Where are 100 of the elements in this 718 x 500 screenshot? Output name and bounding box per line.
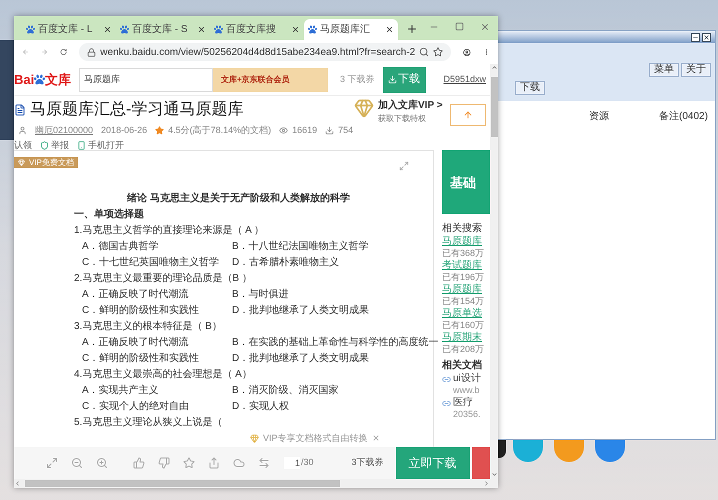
download-button[interactable]: 下载 (515, 81, 545, 95)
fullscreen-icon[interactable] (46, 457, 58, 469)
question-text: 1.马克思主义哲学的直接理论来源是（ A ） (74, 224, 264, 238)
scroll-up-icon[interactable] (490, 64, 498, 71)
paw-icon (308, 25, 317, 34)
view-count: 16619 (292, 124, 318, 137)
address-bar[interactable]: wenku.baidu.com/view/50256204d4d8d15abe234ea9.html?fr=search-2 (79, 43, 452, 61)
sidebar-heading: 相关搜索 (442, 223, 483, 235)
section-heading: 一、单项选择题 (74, 208, 144, 222)
close-icon[interactable] (197, 25, 206, 34)
download-icon (388, 75, 398, 84)
scroll-right-icon[interactable] (483, 480, 490, 487)
browser-tab[interactable]: 百度文库 - L (22, 19, 116, 40)
answer-option: A．正确反映了时代潮流 (82, 335, 232, 351)
mobile-link[interactable]: 手机打开 (88, 138, 124, 152)
share-icon[interactable] (208, 457, 220, 469)
doc-source: 20356. (452, 409, 482, 420)
close-icon[interactable] (702, 32, 711, 42)
paw-icon (214, 25, 223, 34)
rating-text: 4.5分(高于78.14%的文档) (168, 124, 272, 137)
scroll-left-icon[interactable] (14, 480, 21, 487)
reload-icon[interactable] (60, 46, 68, 58)
question-text: 3.马克思主义的根本特征是（ B） (74, 320, 222, 334)
browser-tab[interactable]: 百度文库搜 (210, 19, 304, 40)
phone-icon (77, 140, 86, 150)
star-icon[interactable] (183, 457, 195, 469)
upload-button[interactable] (450, 104, 486, 126)
action-button[interactable] (472, 447, 490, 479)
scrollbar-thumb[interactable] (25, 480, 340, 487)
answer-option: B．在实践的基础上革命性与科学性的高度统一 (232, 335, 439, 351)
tab-title: 百度文库 - S (132, 22, 189, 37)
menu-button[interactable]: 关于 (681, 63, 711, 77)
vip-link[interactable]: 加入文库VIP > (378, 98, 443, 113)
diamond-icon (354, 98, 374, 118)
promo-banner[interactable]: 文库+京东联合会员 (213, 68, 328, 92)
bookmark-icon[interactable] (433, 47, 444, 57)
scroll-down-icon[interactable] (490, 471, 498, 478)
coupon-count: 3下载券 (352, 456, 384, 470)
thumbs-down-icon[interactable] (158, 457, 170, 469)
username-link[interactable]: D5951dxw (444, 72, 486, 86)
upload-icon (463, 110, 473, 120)
paw-icon (34, 74, 46, 85)
vip-subtitle: 获取下载特权 (378, 113, 427, 125)
zoom-out-icon[interactable] (71, 457, 83, 469)
close-icon[interactable] (103, 25, 112, 34)
answer-option: D．批判地继承了人类文明成果 (232, 351, 370, 367)
coupon-count: 3 下载券 (340, 72, 375, 86)
claim-link[interactable]: 认领 (14, 138, 32, 152)
new-tab-icon[interactable] (406, 23, 418, 35)
tag-text: VIP免费文档 (29, 156, 74, 168)
sidebar-heading: 相关文档 (442, 360, 483, 372)
maximize-icon[interactable] (455, 22, 464, 31)
site-logo: Bai 文库 (14, 70, 72, 89)
question-text: 5.马克思主义理论从狭义上说是（ (74, 416, 222, 430)
answer-option: C．实现个人的绝对自由 (82, 399, 232, 415)
browser-tab[interactable]: 马原题库汇 (304, 19, 398, 40)
diamond-icon (18, 159, 25, 166)
related-doc-link[interactable]: ui设计 (453, 373, 481, 385)
doc-source: www.b (452, 385, 481, 396)
fullscreen-icon[interactable] (399, 161, 409, 171)
cloud-icon[interactable] (233, 457, 245, 469)
author-link[interactable]: 幽厄02100000 (35, 124, 94, 138)
lock-icon (87, 48, 96, 56)
vip-promo-text: VIP专享文档格式自由转换 (263, 432, 368, 444)
thumbs-up-icon[interactable] (133, 457, 145, 469)
answer-option: A．正确反映了时代潮流 (82, 287, 232, 303)
document-heading: 绪论 马克思主义是关于无产阶级和人类解放的科学 (127, 191, 350, 206)
download-count: 754 (338, 124, 354, 137)
column-header: 资源 (589, 110, 610, 124)
reader-count: 已有368万 (442, 248, 486, 259)
page-field[interactable]: 1 (284, 457, 300, 469)
close-icon[interactable] (291, 25, 300, 34)
zoom-in-icon[interactable] (96, 457, 108, 469)
search-field[interactable]: 马原题库 (79, 68, 213, 92)
upload-date: 2018-06-26 (101, 124, 148, 137)
close-icon[interactable] (385, 25, 394, 34)
minimize-icon[interactable] (691, 32, 700, 42)
menu-button[interactable]: 菜单 (649, 63, 679, 77)
search-icon[interactable] (419, 47, 430, 57)
related-doc-link[interactable]: 医疗 (453, 397, 473, 409)
document-icon (14, 104, 26, 116)
scrollbar-thumb[interactable] (490, 77, 498, 137)
view-icon (279, 126, 288, 136)
paw-icon (26, 25, 35, 34)
paw-icon (120, 25, 129, 34)
report-link[interactable]: 举报 (51, 138, 69, 152)
shield-icon (40, 140, 49, 150)
download-icon (325, 126, 334, 136)
horizontal-scrollbar[interactable] (14, 479, 490, 488)
reader-count: 已有196万 (442, 272, 486, 283)
link-icon (442, 374, 451, 384)
vertical-scrollbar[interactable] (490, 64, 498, 488)
answer-option: A．德国古典哲学 (82, 239, 232, 255)
page-total: /30 (301, 456, 314, 470)
browser-tab[interactable]: 百度文库 - S (116, 19, 210, 40)
answer-option: D．古希腊朴素唯物主义 (232, 255, 340, 271)
swap-icon[interactable] (258, 457, 270, 469)
question-text: 4.马克思主义最崇高的社会理想是（ A） (74, 368, 252, 382)
link-icon (442, 398, 451, 408)
question-text: 2.马克思主义最重要的理论品质是（B ） (74, 272, 252, 286)
